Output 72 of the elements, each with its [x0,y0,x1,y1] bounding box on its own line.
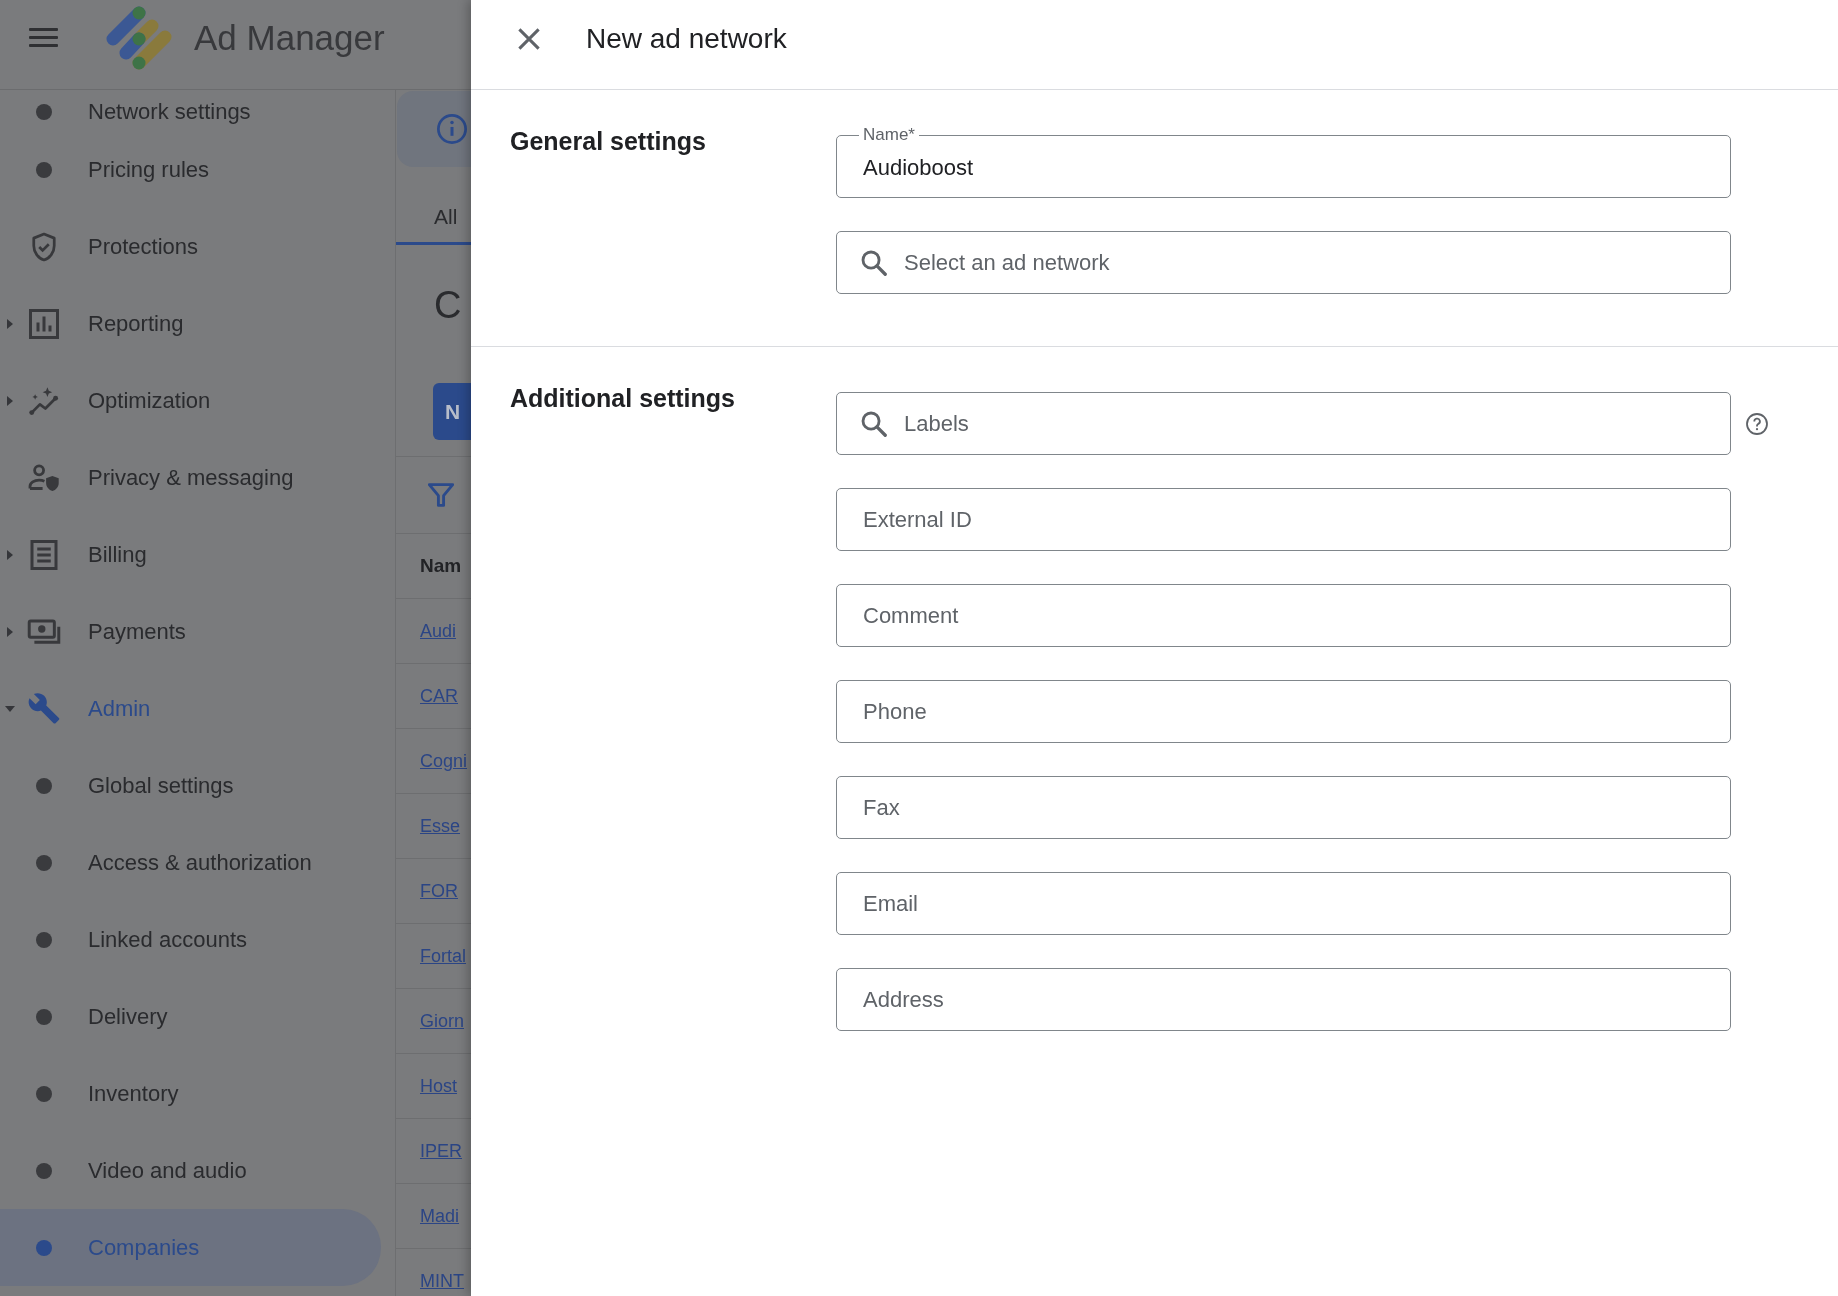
bullet-icon [36,931,52,948]
table-link[interactable]: MINT [420,1270,464,1292]
banknote-icon [27,617,61,646]
input-field[interactable]: Name* Audioboost [836,125,1731,198]
bullet-icon [36,1162,52,1179]
filter-icon[interactable] [428,482,454,508]
nav-item[interactable]: Companies [0,1209,381,1286]
caret-icon[interactable] [7,626,13,637]
nav-item[interactable]: Reporting [0,285,381,362]
nav-item[interactable]: Optimization [0,362,381,439]
search-icon [861,410,887,437]
table-link[interactable]: Fortal [420,945,466,967]
table-link[interactable]: CAR [420,685,458,707]
section-title: Additional settings [510,383,736,414]
nav-item[interactable]: Access & authorization [0,824,381,901]
caret-icon[interactable] [7,318,13,329]
nav-item[interactable]: Protections [0,208,381,285]
search-icon [861,249,887,276]
input-field[interactable]: External ID [836,488,1731,551]
info-icon [437,114,467,144]
caret-icon[interactable] [7,549,13,560]
bullet-icon [36,1239,52,1256]
caret-icon[interactable] [5,705,15,712]
nav-item[interactable]: Network settings [0,90,381,131]
bullet-icon [36,1085,52,1102]
bullet-icon [36,161,52,178]
nav-item[interactable]: Linked accounts [0,901,381,978]
table-link[interactable]: Madi [420,1205,459,1227]
table-link[interactable]: FOR [420,880,458,902]
close-icon [518,27,540,50]
nav-item[interactable]: Pricing rules [0,131,381,208]
nav-item[interactable]: Video and audio [0,1132,381,1209]
nav-item[interactable]: Global settings [0,747,381,824]
section-title: General settings [510,126,707,157]
bar-chart-icon [29,308,59,339]
logo-icon [106,5,172,70]
input-field[interactable]: Fax [836,776,1731,839]
table-link[interactable]: Host [420,1075,457,1097]
primary-button[interactable]: N [433,383,471,440]
table-link[interactable]: IPER [420,1140,462,1162]
page-heading: C [433,283,463,328]
help-icon[interactable] [1746,412,1768,435]
nav-item[interactable]: Privacy & messaging [0,439,381,516]
nav-item[interactable]: Payments [0,593,381,670]
input-field[interactable]: Address [836,968,1731,1031]
bullet-icon [36,777,52,794]
trend-sparkle-icon [27,385,61,416]
nav-item[interactable]: Delivery [0,978,381,1055]
document-icon [29,539,59,570]
caret-icon[interactable] [7,395,13,406]
search-field[interactable]: Labels [836,392,1731,455]
table-link[interactable]: Cogni [420,750,468,772]
nav-item[interactable]: Inventory [0,1055,381,1132]
wrench-icon [28,692,60,725]
bullet-icon [36,1008,52,1025]
table-link[interactable]: Esse [420,815,461,837]
person-shield-icon [27,463,61,492]
input-field[interactable]: Email [836,872,1731,935]
panel-title: New ad network [586,22,787,55]
search-field[interactable]: Select an ad network [836,231,1731,294]
nav-item[interactable]: Billing [0,516,381,593]
table-link[interactable]: Giorn [420,1010,464,1032]
column-header: Nam [420,555,462,577]
bullet-icon [36,103,52,120]
nav-item[interactable]: Admin [0,670,381,747]
input-field[interactable]: Comment [836,584,1731,647]
shield-check-icon [29,231,59,262]
bullet-icon [36,854,52,871]
menu-icon[interactable] [29,28,58,47]
table-link[interactable]: Audi [420,620,457,642]
input-field[interactable]: Phone [836,680,1731,743]
app-title: Ad Manager [194,17,385,58]
